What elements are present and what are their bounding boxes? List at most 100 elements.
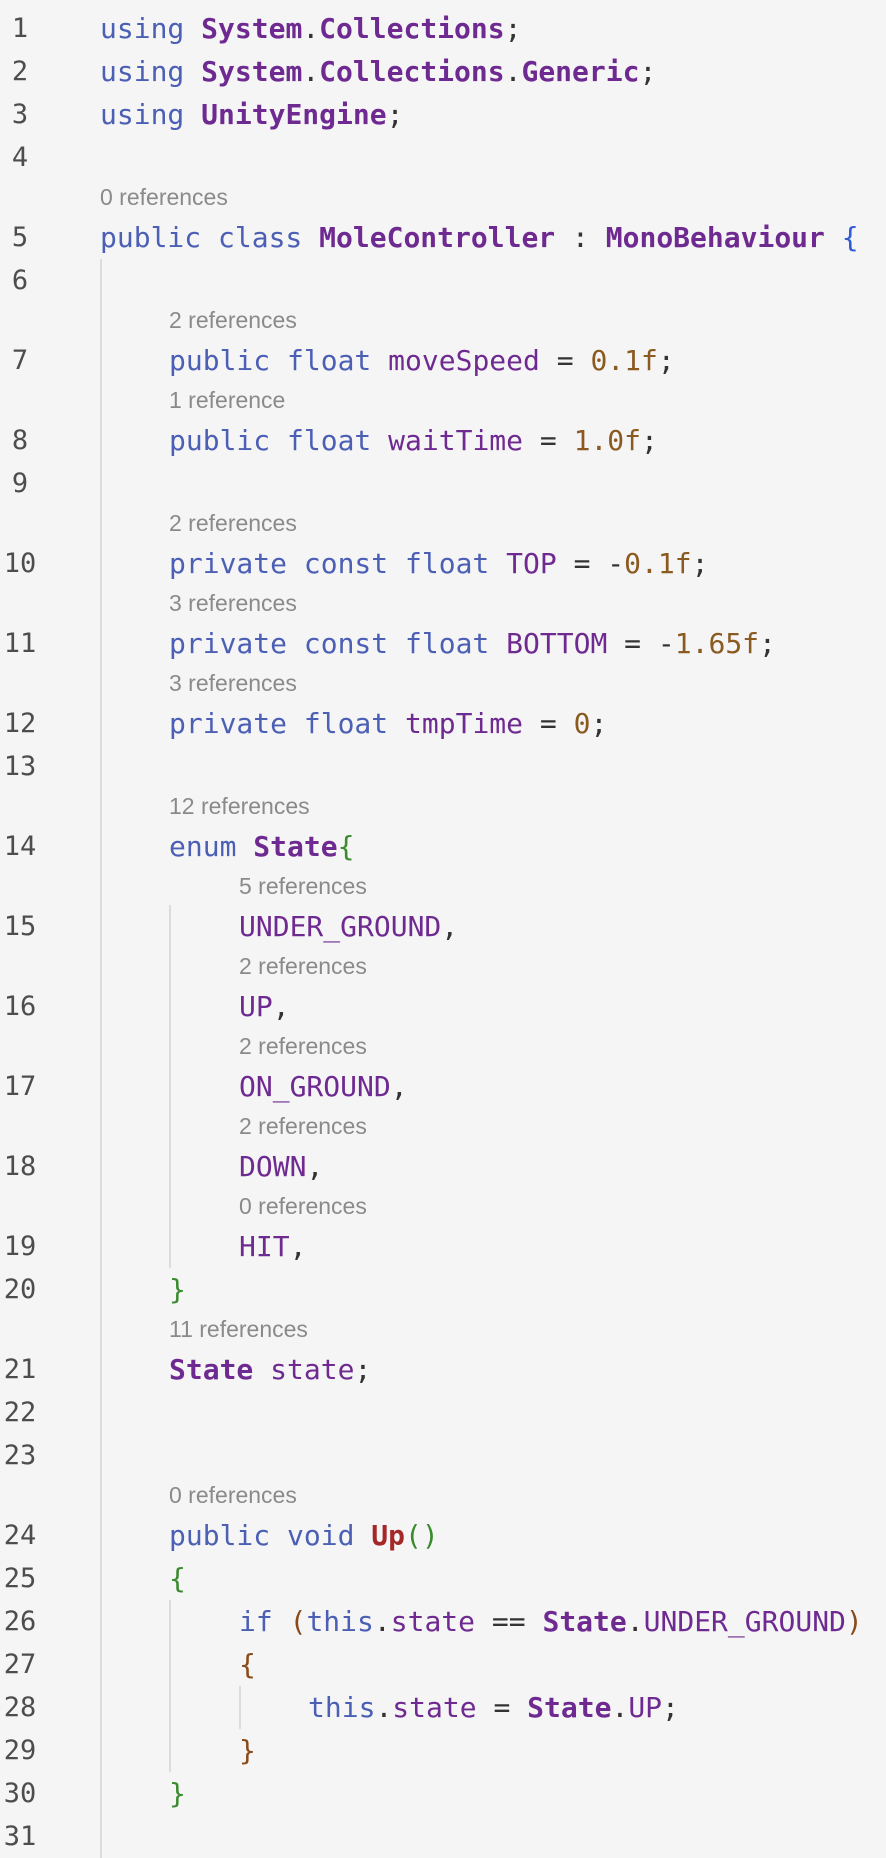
code-token: ; — [657, 344, 675, 377]
code-line[interactable]: 29} — [0, 1729, 886, 1772]
codelens-references[interactable]: 2 references — [169, 304, 297, 336]
code-token: if — [239, 1605, 290, 1638]
codelens-references[interactable]: 2 references — [239, 1110, 367, 1142]
indent-guide — [239, 1686, 241, 1729]
line-number: 4 — [11, 142, 29, 173]
code-line[interactable]: 2 references 18 DOWN, — [0, 1108, 886, 1188]
code-line[interactable]: 3 using UnityEngine; — [0, 93, 886, 136]
code-line[interactable]: 26 if (this.state == State.UNDER_GROUND) — [0, 1600, 886, 1643]
code-line[interactable]: 2 references 17 ON_GROUND, — [0, 1028, 886, 1108]
code-token: ; — [386, 98, 404, 131]
code-token: private const float — [169, 627, 507, 660]
code-line[interactable]: 0 references 5 public class MoleController… — [0, 179, 886, 259]
code-token: , — [272, 990, 290, 1023]
code-line[interactable]: 23 — [0, 1434, 886, 1477]
code-token: . — [626, 1605, 644, 1638]
code-editor[interactable]: 1 using System.Collections; 2 using System.… — [0, 0, 886, 1858]
code-token: { — [169, 1562, 186, 1595]
code-token: == — [475, 1605, 543, 1638]
code-token: 1.65f — [674, 627, 760, 660]
codelens-references[interactable]: 3 references — [169, 667, 297, 699]
code-token: 0.1f — [590, 344, 658, 377]
code-text: UP, — [239, 985, 290, 1028]
code-token: TOP — [506, 547, 557, 580]
line-number: 26 — [3, 1606, 37, 1637]
code-line[interactable]: 1 using System.Collections; — [0, 7, 886, 50]
code-token: { — [239, 1648, 256, 1681]
code-line[interactable]: 3 references 12 private float tmpTime = 0; — [0, 665, 886, 745]
code-token: UNDER_GROUND — [239, 910, 442, 943]
code-token: Up — [371, 1519, 406, 1552]
code-token: BOTTOM — [506, 627, 608, 660]
codelens-references[interactable]: 2 references — [239, 950, 367, 982]
codelens-references[interactable]: 3 references — [169, 587, 297, 619]
line-number: 1 — [11, 13, 29, 44]
line-number: 14 — [3, 831, 37, 862]
code-text: using System.Collections.Generic; — [100, 50, 656, 93]
code-token: using — [100, 55, 202, 88]
code-text: { — [239, 1643, 256, 1686]
code-token: = — [523, 424, 574, 457]
code-line[interactable]: 2 references 7 public float moveSpeed = 0.… — [0, 302, 886, 382]
code-line[interactable]: 0 references 19 HIT, — [0, 1188, 886, 1268]
codelens-references[interactable]: 0 references — [239, 1190, 367, 1222]
code-token: public float — [169, 424, 389, 457]
code-line[interactable]: 30} — [0, 1772, 886, 1815]
code-text: public float waitTime = 1.0f; — [169, 419, 658, 462]
codelens-references[interactable]: 5 references — [239, 870, 367, 902]
code-line[interactable]: 5 references 15 UNDER_GROUND, — [0, 868, 886, 948]
code-line[interactable]: 28 this.state = State.UP; — [0, 1686, 886, 1729]
code-line[interactable]: 13 — [0, 745, 886, 788]
codelens-references[interactable]: 2 references — [239, 1030, 367, 1062]
code-token: ; — [759, 627, 776, 660]
code-line[interactable]: 11 references 21 State state; — [0, 1311, 886, 1391]
code-token: State — [527, 1691, 612, 1724]
code-line[interactable]: 1 reference 8 public float waitTime = 1.0f… — [0, 382, 886, 462]
code-line[interactable]: 12 references 14 enum State{ — [0, 788, 886, 868]
code-token: . — [302, 55, 320, 88]
code-token: State — [542, 1605, 627, 1638]
code-token: ( — [289, 1605, 307, 1638]
code-token: UnityEngine — [201, 98, 387, 131]
code-token: MonoBehaviour — [605, 221, 825, 254]
code-line[interactable]: 2 references 10 private const float TOP = … — [0, 505, 886, 585]
code-line[interactable]: 20} — [0, 1268, 886, 1311]
code-token: = — [476, 1691, 528, 1724]
codelens-references[interactable]: 11 references — [169, 1313, 308, 1345]
code-line[interactable]: 4 — [0, 136, 886, 179]
code-token: , — [306, 1150, 324, 1183]
code-token: { — [824, 221, 859, 254]
codelens-references[interactable]: 0 references — [100, 181, 228, 213]
code-token: UP — [628, 1691, 663, 1724]
code-line[interactable]: 2 using System.Collections.Generic; — [0, 50, 886, 93]
line-number: 11 — [3, 628, 37, 659]
indent-guide — [100, 259, 102, 1858]
code-text: private float tmpTime = 0; — [169, 702, 607, 745]
line-number: 30 — [3, 1778, 37, 1809]
line-number: 5 — [11, 222, 29, 253]
codelens-references[interactable]: 1 reference — [169, 384, 285, 416]
code-line[interactable]: 2 references 16 UP, — [0, 948, 886, 1028]
code-token: public class — [100, 221, 320, 254]
code-line[interactable]: 27 { — [0, 1643, 886, 1686]
code-token: : — [555, 221, 606, 254]
line-number: 10 — [3, 548, 37, 579]
code-token: this — [308, 1691, 376, 1724]
code-token: ON_GROUND — [239, 1070, 391, 1103]
line-number: 24 — [3, 1520, 37, 1551]
code-line[interactable]: 6 — [0, 259, 886, 302]
codelens-references[interactable]: 12 references — [169, 790, 310, 822]
code-token: ; — [590, 707, 608, 740]
codelens-references[interactable]: 0 references — [169, 1479, 297, 1511]
code-line[interactable]: 25 { — [0, 1557, 886, 1600]
code-line[interactable]: 31 — [0, 1815, 886, 1858]
code-line[interactable]: 3 references 11 private const float BOTTOM… — [0, 585, 886, 665]
code-line[interactable]: 9 — [0, 462, 886, 505]
code-line[interactable]: 22 — [0, 1391, 886, 1434]
line-number: 15 — [3, 911, 37, 942]
codelens-references[interactable]: 2 references — [169, 507, 297, 539]
code-text: { — [169, 1557, 186, 1600]
code-token: ; — [504, 12, 522, 45]
code-token: 1.0f — [573, 424, 642, 457]
code-line[interactable]: 0 references 24 public void Up() — [0, 1477, 886, 1557]
